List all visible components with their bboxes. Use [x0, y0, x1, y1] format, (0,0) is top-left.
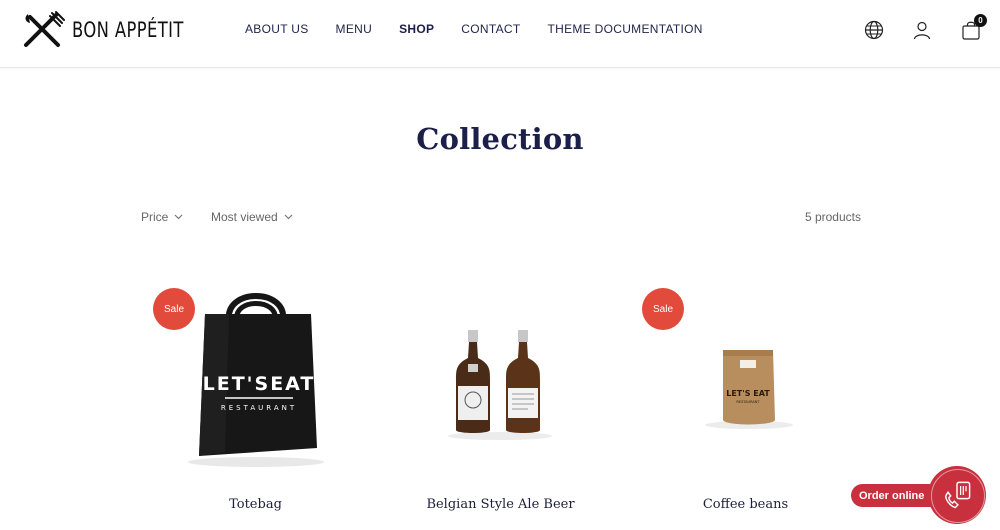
- sort-dropdown[interactable]: Most viewed: [211, 210, 293, 224]
- svg-text:LET'S EAT: LET'S EAT: [726, 389, 770, 398]
- nav-item-about-us[interactable]: ABOUT US: [245, 22, 309, 36]
- svg-text:RESTAURANT: RESTAURANT: [221, 404, 297, 412]
- cart-icon[interactable]: 0: [960, 14, 987, 41]
- nav-item-contact[interactable]: CONTACT: [461, 22, 520, 36]
- page-title: Collection: [416, 122, 584, 156]
- product-name[interactable]: Belgian Style Ale Beer: [378, 497, 623, 512]
- sale-badge: Sale: [153, 288, 195, 330]
- price-filter-label: Price: [141, 210, 169, 224]
- product-card-totebag[interactable]: Sale LET'SEAT RESTAURANT Totebag: [133, 280, 378, 530]
- product-name[interactable]: Totebag: [133, 497, 378, 512]
- product-count: 5 products: [804, 210, 861, 224]
- price-filter[interactable]: Price: [141, 210, 183, 224]
- sale-badge: Sale: [642, 288, 684, 330]
- product-name[interactable]: Coffee beans: [623, 497, 868, 512]
- nav-item-theme-documentation[interactable]: THEME DOCUMENTATION: [548, 22, 703, 36]
- globe-icon[interactable]: [863, 19, 885, 41]
- chevron-down-icon: [284, 214, 293, 220]
- nav-item-shop[interactable]: SHOP: [399, 22, 434, 36]
- user-icon[interactable]: [911, 19, 933, 41]
- cart-count-badge: 0: [974, 14, 987, 27]
- phone-menu-icon: [945, 481, 971, 509]
- main-nav: ABOUT US MENU SHOP CONTACT THEME DOCUMEN…: [245, 22, 730, 36]
- brand-name: BON APPÉTIT: [72, 18, 184, 42]
- fork-knife-icon: [24, 11, 65, 47]
- svg-text:LET'SEAT: LET'SEAT: [203, 373, 316, 395]
- chevron-down-icon: [174, 214, 183, 220]
- nav-item-menu[interactable]: MENU: [336, 22, 373, 36]
- product-card-coffee-beans[interactable]: Sale LET'S EAT RESTAURANT Coffee beans: [623, 280, 868, 530]
- sort-dropdown-label: Most viewed: [211, 210, 278, 224]
- site-header: BON APPÉTIT ABOUT US MENU SHOP CONTACT T…: [0, 0, 1000, 68]
- svg-text:RESTAURANT: RESTAURANT: [736, 400, 760, 404]
- site-logo[interactable]: BON APPÉTIT: [22, 11, 215, 49]
- order-online-phone-button[interactable]: [928, 466, 986, 524]
- product-image-beer[interactable]: [378, 280, 623, 480]
- product-card-belgian-style-ale-beer[interactable]: Belgian Style Ale Beer: [378, 280, 623, 530]
